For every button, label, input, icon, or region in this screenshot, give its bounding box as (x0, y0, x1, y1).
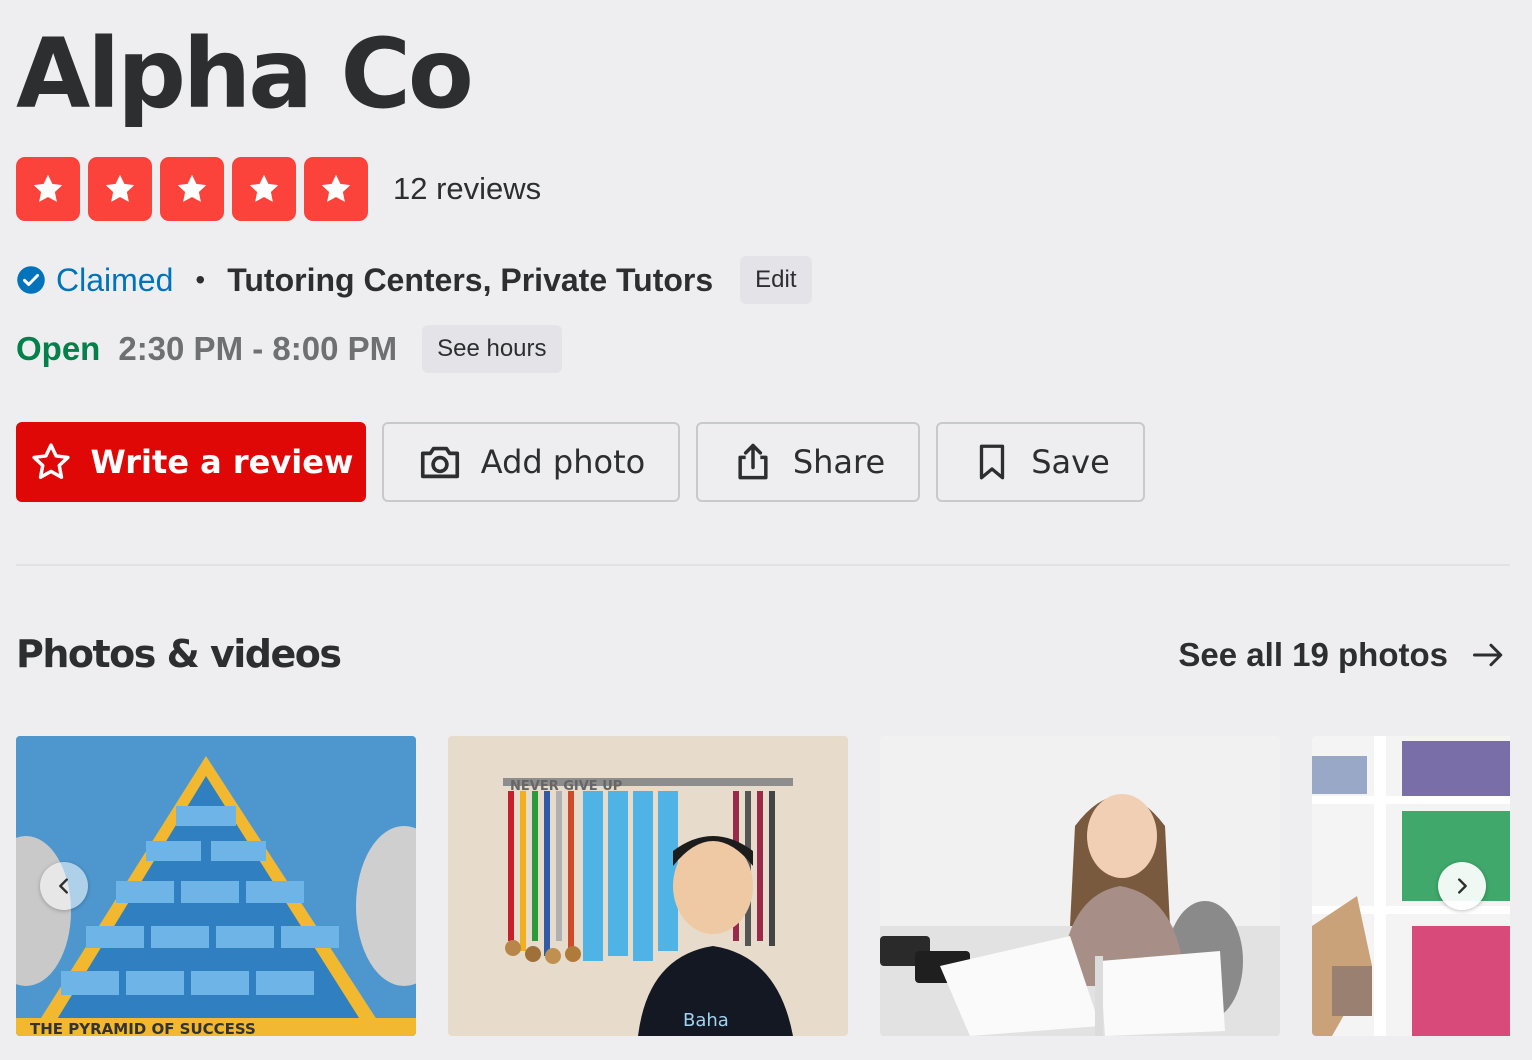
chevron-left-icon (59, 878, 68, 894)
chevron-right-icon (1458, 878, 1467, 894)
edit-categories-button[interactable]: Edit (740, 256, 812, 304)
write-review-button[interactable]: Write a review (16, 422, 366, 502)
verified-check-icon (17, 266, 45, 294)
see-hours-button[interactable]: See hours (422, 325, 562, 373)
photos-section-title: Photos & videos (16, 632, 342, 676)
photo-carousel: THE PYRAMID OF SUCCESS NEVER GIVE UP Bah… (16, 736, 1510, 1036)
svg-text:THE PYRAMID OF SUCCESS: THE PYRAMID OF SUCCESS (30, 1020, 256, 1036)
star-icon (16, 157, 80, 221)
write-review-label: Write a review (90, 443, 354, 481)
categories[interactable]: Tutoring Centers, Private Tutors (227, 262, 713, 299)
claim-row: Claimed • Tutoring Centers, Private Tuto… (16, 256, 812, 304)
bookmark-icon (980, 444, 1005, 480)
photo-medals-student[interactable]: NEVER GIVE UP Baha (448, 736, 848, 1036)
add-photo-label: Add photo (480, 443, 646, 481)
hours-row: Open 2:30 PM - 8:00 PM See hours (16, 325, 562, 373)
share-button[interactable]: Share (696, 422, 920, 502)
star-icon (232, 157, 296, 221)
star-outline-icon (31, 443, 70, 479)
business-name: Alpha Co (16, 18, 474, 130)
svg-text:Baha: Baha (683, 1010, 729, 1031)
see-all-photos-link[interactable]: See all 19 photos (1178, 636, 1506, 674)
svg-text:NEVER GIVE UP: NEVER GIVE UP (510, 779, 622, 794)
carousel-next-button[interactable] (1438, 862, 1486, 910)
share-label: Share (792, 443, 886, 481)
section-divider (16, 564, 1510, 566)
camera-icon (420, 446, 459, 479)
carousel-prev-button[interactable] (40, 862, 88, 910)
open-status: Open (16, 330, 101, 367)
see-all-label: See all 19 photos (1178, 636, 1448, 673)
add-photo-button[interactable]: Add photo (382, 422, 680, 502)
save-label: Save (1031, 443, 1110, 481)
save-button[interactable]: Save (936, 422, 1145, 502)
hours-range: 2:30 PM - 8:00 PM (118, 330, 398, 367)
photo-student-studying[interactable] (880, 736, 1280, 1036)
separator-dot: • (195, 264, 206, 295)
reviews-count-link[interactable]: 12 reviews (393, 171, 541, 207)
star-icon (88, 157, 152, 221)
star-icon (160, 157, 224, 221)
action-bar: Write a review Add photo Share Save (16, 422, 1161, 502)
star-icon (304, 157, 368, 221)
claimed-label[interactable]: Claimed (56, 262, 173, 299)
arrow-right-icon (1473, 643, 1503, 667)
star-rating: 12 reviews (16, 157, 541, 221)
share-icon (738, 443, 768, 480)
